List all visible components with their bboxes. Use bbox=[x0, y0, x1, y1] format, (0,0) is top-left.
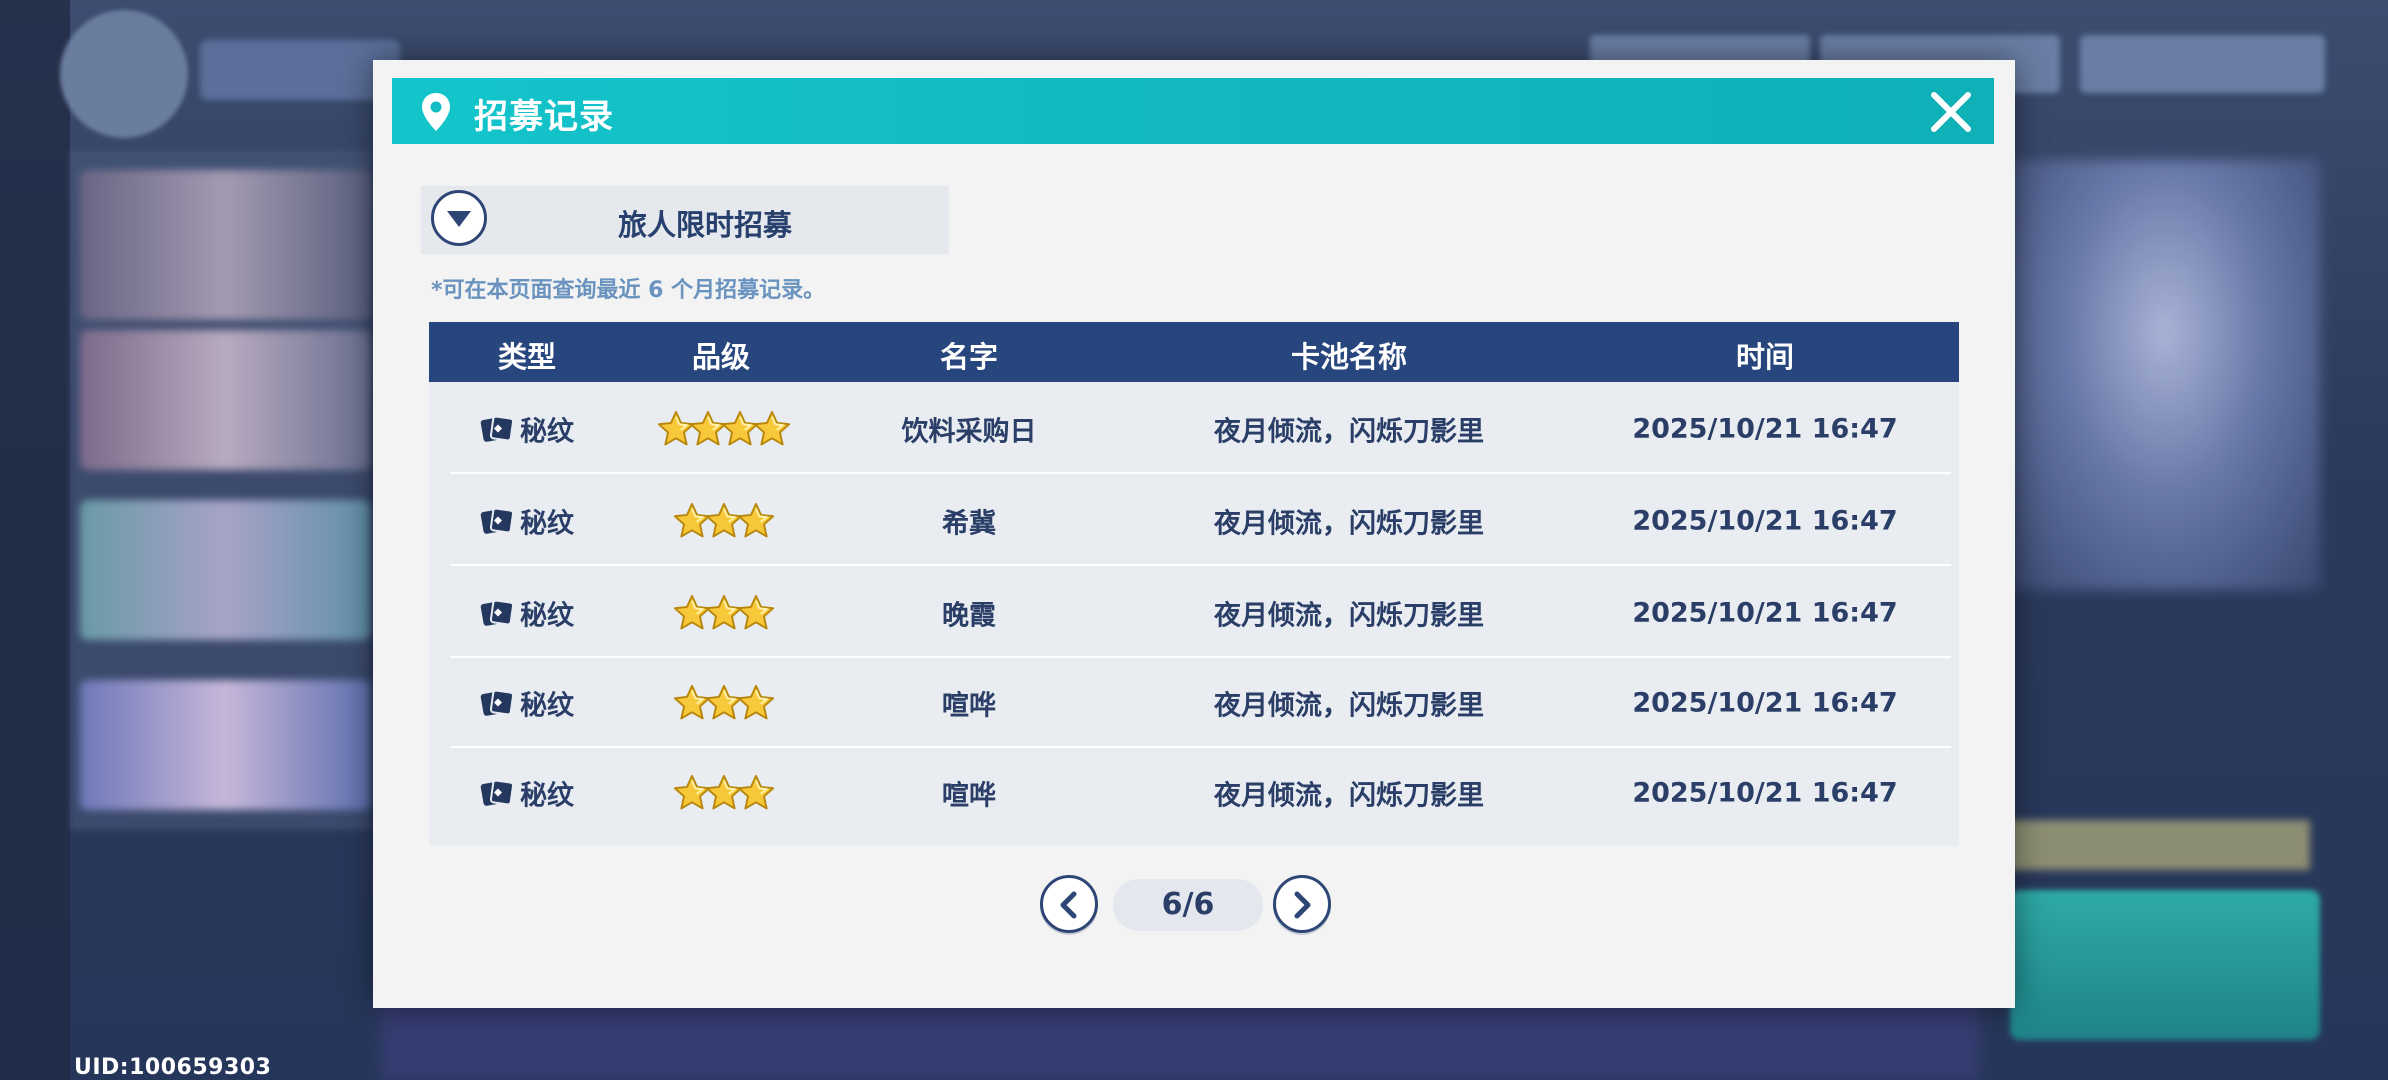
pool-name: 夜月倾流，闪烁刀影里 bbox=[1214, 416, 1484, 448]
bg-card bbox=[80, 680, 370, 810]
gold-star-icon bbox=[737, 594, 775, 630]
item-name: 希冀 bbox=[942, 508, 996, 540]
recruit-history-modal: 招募记录 旅人限时招募 *可在本页面查询最近 6 个月招募记录。 类型 品级 名… bbox=[373, 60, 2015, 1008]
table-row: 秘纹 希冀 夜月倾流，闪烁刀影里 2025/10/21 16:47 bbox=[429, 476, 1959, 566]
gold-star-icon bbox=[737, 502, 775, 538]
type-label: 秘纹 bbox=[520, 600, 574, 632]
recruit-time: 2025/10/21 16:47 bbox=[1632, 413, 1898, 445]
rarity-stars bbox=[673, 594, 775, 632]
type-cell: 秘纹 bbox=[480, 774, 574, 813]
bg-card bbox=[80, 170, 370, 320]
prev-page-button[interactable] bbox=[1040, 875, 1098, 933]
col-header-time: 时间 bbox=[1735, 340, 1795, 374]
card-sigil-icon bbox=[480, 779, 514, 806]
type-label: 秘纹 bbox=[520, 690, 574, 722]
pool-name: 夜月倾流，闪烁刀影里 bbox=[1214, 690, 1484, 722]
bg-card bbox=[80, 500, 370, 640]
recruit-table: 类型 品级 名字 卡池名称 时间 秘纹 饮料采购日 夜月倾流，闪烁刀影里 2025/1… bbox=[429, 322, 1959, 846]
bg-left-strip bbox=[0, 0, 70, 1080]
rarity-stars bbox=[657, 410, 791, 448]
recruit-time: 2025/10/21 16:47 bbox=[1632, 687, 1898, 719]
history-note: *可在本页面查询最近 6 个月招募记录。 bbox=[431, 278, 826, 303]
type-cell: 秘纹 bbox=[480, 684, 574, 723]
bg-top-resource bbox=[2080, 35, 2325, 93]
table-header: 类型 品级 名字 卡池名称 时间 bbox=[429, 322, 1959, 382]
recruit-time: 2025/10/21 16:47 bbox=[1632, 597, 1898, 629]
bg-banner-strip bbox=[2010, 820, 2310, 870]
card-sigil-icon bbox=[480, 415, 514, 442]
chevron-left-icon bbox=[1060, 891, 1077, 919]
row-divider bbox=[451, 472, 1951, 474]
gold-star-icon bbox=[737, 774, 775, 810]
bg-location-bar bbox=[200, 40, 400, 100]
type-cell: 秘纹 bbox=[480, 410, 574, 449]
bg-recruit-button bbox=[2010, 890, 2320, 1040]
page-indicator: 6/6 bbox=[1113, 879, 1263, 931]
table-row: 秘纹 晚霞 夜月倾流，闪烁刀影里 2025/10/21 16:47 bbox=[429, 568, 1959, 658]
modal-title: 招募记录 bbox=[474, 97, 614, 137]
item-name: 喧哗 bbox=[942, 780, 996, 812]
rarity-stars bbox=[673, 684, 775, 722]
modal-header: 招募记录 bbox=[392, 78, 1994, 144]
bg-banner-art bbox=[2010, 160, 2320, 590]
type-label: 秘纹 bbox=[520, 508, 574, 540]
table-row: 秘纹 喧哗 夜月倾流，闪烁刀影里 2025/10/21 16:47 bbox=[429, 658, 1959, 748]
pool-selector-label: 旅人限时招募 bbox=[617, 208, 792, 242]
col-header-name: 名字 bbox=[939, 340, 999, 374]
recruit-time: 2025/10/21 16:47 bbox=[1632, 777, 1898, 809]
card-sigil-icon bbox=[480, 689, 514, 716]
type-label: 秘纹 bbox=[520, 780, 574, 812]
bg-card bbox=[80, 330, 370, 470]
col-header-pool: 卡池名称 bbox=[1290, 340, 1408, 374]
pool-name: 夜月倾流，闪烁刀影里 bbox=[1214, 600, 1484, 632]
type-label: 秘纹 bbox=[520, 416, 574, 448]
col-header-rarity: 品级 bbox=[691, 340, 751, 374]
table-row: 秘纹 饮料采购日 夜月倾流，闪烁刀影里 2025/10/21 16:47 bbox=[429, 384, 1959, 474]
close-icon[interactable] bbox=[1926, 87, 1976, 137]
uid-label: UID:100659303 bbox=[74, 1055, 272, 1080]
pool-selector-dropdown[interactable]: 旅人限时招募 bbox=[421, 186, 949, 254]
next-page-button[interactable] bbox=[1273, 875, 1331, 933]
type-cell: 秘纹 bbox=[480, 502, 574, 541]
pagination: 6/6 bbox=[373, 875, 2015, 937]
item-name: 晚霞 bbox=[942, 600, 996, 632]
item-name: 喧哗 bbox=[942, 690, 996, 722]
bg-back-button bbox=[60, 10, 188, 138]
gold-star-icon bbox=[753, 410, 791, 446]
rarity-stars bbox=[673, 502, 775, 540]
chevron-right-icon bbox=[1294, 891, 1311, 919]
item-name: 饮料采购日 bbox=[901, 416, 1037, 448]
card-sigil-icon bbox=[480, 507, 514, 534]
type-cell: 秘纹 bbox=[480, 594, 574, 633]
location-pin-icon bbox=[422, 93, 450, 131]
col-header-type: 类型 bbox=[497, 340, 557, 374]
pool-name: 夜月倾流，闪烁刀影里 bbox=[1214, 508, 1484, 540]
row-divider bbox=[451, 564, 1951, 566]
pool-name: 夜月倾流，闪烁刀影里 bbox=[1214, 780, 1484, 812]
gold-star-icon bbox=[737, 684, 775, 720]
table-row: 秘纹 喧哗 夜月倾流，闪烁刀影里 2025/10/21 16:47 bbox=[429, 748, 1959, 838]
recruit-time: 2025/10/21 16:47 bbox=[1632, 505, 1898, 537]
card-sigil-icon bbox=[480, 599, 514, 626]
rarity-stars bbox=[673, 774, 775, 812]
